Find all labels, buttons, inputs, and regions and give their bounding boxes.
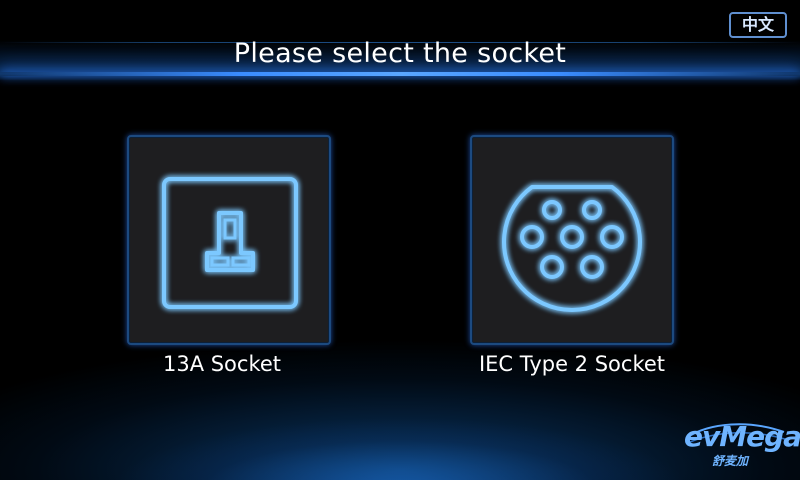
socket-label-13a: 13A Socket: [162, 352, 282, 376]
socket-selection-screen: Please select the socket 中文 13A Socket I…: [0, 0, 800, 480]
header-divider-glow: [0, 72, 800, 76]
socket-card-iec-type2[interactable]: [470, 135, 674, 345]
language-toggle-button[interactable]: 中文: [729, 12, 787, 38]
page-title: Please select the socket: [233, 38, 567, 69]
socket-label-iec-type2: IEC Type 2 Socket: [478, 352, 666, 376]
logo-subtext: 舒麦加: [712, 454, 749, 468]
socket-card-13a[interactable]: [127, 135, 331, 345]
uk-13a-socket-icon: [162, 177, 298, 309]
evmega-logo: evMega 舒麦加: [680, 418, 800, 470]
iec-type2-socket-icon: [502, 185, 642, 312]
logo-wordmark: evMega: [684, 420, 800, 453]
